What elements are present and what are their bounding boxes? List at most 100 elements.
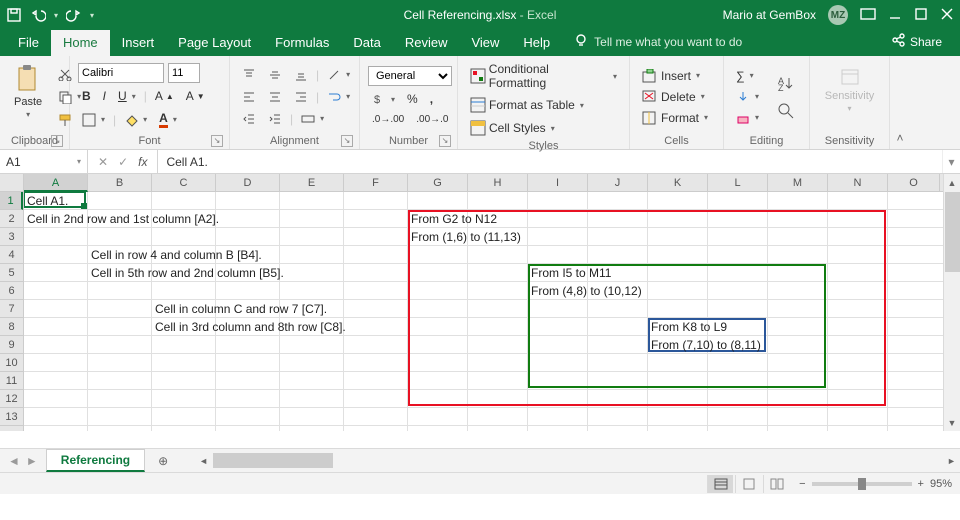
- cell-I5[interactable]: From I5 to M11: [528, 264, 614, 282]
- cell-A2[interactable]: Cell in 2nd row and 1st column [A2].: [24, 210, 222, 228]
- name-box[interactable]: A1: [0, 150, 88, 173]
- font-color-button[interactable]: A: [155, 109, 181, 130]
- border-button[interactable]: [78, 111, 109, 129]
- cell-G3[interactable]: From (1,6) to (11,13): [408, 228, 524, 246]
- tab-help[interactable]: Help: [511, 30, 562, 56]
- cell-C8[interactable]: Cell in 3rd column and 8th row [C8].: [152, 318, 349, 336]
- decrease-decimal-button[interactable]: .00→.0: [412, 112, 452, 127]
- orientation-button[interactable]: [323, 66, 354, 84]
- number-launcher[interactable]: ↘: [439, 135, 451, 147]
- conditional-formatting-button[interactable]: Conditional Formatting: [466, 60, 621, 92]
- normal-view-button[interactable]: [707, 475, 733, 493]
- vertical-scrollbar[interactable]: ▲ ▼: [943, 174, 960, 431]
- underline-button[interactable]: U: [114, 87, 140, 105]
- format-cells-button[interactable]: Format: [638, 109, 712, 127]
- cells-area[interactable]: Cell A1.Cell in 2nd row and 1st column […: [24, 192, 943, 431]
- sheet-nav-next[interactable]: ►: [26, 454, 38, 468]
- accounting-format-button[interactable]: $: [368, 90, 399, 108]
- row-header-6[interactable]: 6: [0, 282, 23, 300]
- cell-K9[interactable]: From (7,10) to (8,11): [648, 336, 764, 354]
- col-header-L[interactable]: L: [708, 174, 768, 191]
- row-header-13[interactable]: 13: [0, 408, 23, 426]
- align-middle-button[interactable]: [264, 66, 286, 84]
- align-top-button[interactable]: [238, 66, 260, 84]
- vscroll-thumb[interactable]: [945, 192, 960, 272]
- undo-icon[interactable]: [30, 7, 46, 23]
- zoom-in-button[interactable]: +: [918, 478, 924, 490]
- page-layout-view-button[interactable]: [735, 475, 761, 493]
- clipboard-launcher[interactable]: ↘: [51, 135, 63, 147]
- user-name[interactable]: Mario at GemBox: [723, 8, 816, 22]
- tab-page-layout[interactable]: Page Layout: [166, 30, 263, 56]
- fill-button[interactable]: [732, 88, 763, 106]
- horizontal-scrollbar[interactable]: ◄ ►: [195, 452, 960, 469]
- scroll-down-icon[interactable]: ▼: [944, 414, 960, 431]
- ribbon-display-icon[interactable]: [860, 8, 876, 23]
- col-header-O[interactable]: O: [888, 174, 940, 191]
- col-header-B[interactable]: B: [88, 174, 152, 191]
- font-name-input[interactable]: [78, 63, 164, 83]
- align-center-button[interactable]: [264, 88, 286, 106]
- number-format-select[interactable]: General: [368, 66, 452, 86]
- col-header-A[interactable]: A: [24, 174, 88, 192]
- col-header-H[interactable]: H: [468, 174, 528, 191]
- col-header-M[interactable]: M: [768, 174, 828, 191]
- tab-insert[interactable]: Insert: [110, 30, 167, 56]
- zoom-slider[interactable]: [812, 482, 912, 486]
- cell-K8[interactable]: From K8 to L9: [648, 318, 730, 336]
- zoom-out-button[interactable]: −: [799, 478, 805, 490]
- col-header-F[interactable]: F: [344, 174, 408, 191]
- tab-review[interactable]: Review: [393, 30, 460, 56]
- clear-button[interactable]: [732, 109, 763, 127]
- col-header-C[interactable]: C: [152, 174, 216, 191]
- scroll-right-icon[interactable]: ►: [943, 452, 960, 469]
- redo-icon[interactable]: [66, 7, 82, 23]
- comma-button[interactable]: ,: [426, 90, 437, 108]
- col-header-G[interactable]: G: [408, 174, 468, 191]
- row-header-3[interactable]: 3: [0, 228, 23, 246]
- row-header-9[interactable]: 9: [0, 336, 23, 354]
- increase-indent-button[interactable]: [264, 110, 286, 128]
- decrease-indent-button[interactable]: [238, 110, 260, 128]
- minimize-icon[interactable]: [888, 7, 902, 24]
- font-launcher[interactable]: ↘: [211, 135, 223, 147]
- cell-I6[interactable]: From (4,8) to (10,12): [528, 282, 645, 300]
- italic-button[interactable]: I: [99, 87, 110, 105]
- insert-cells-button[interactable]: Insert: [638, 67, 712, 85]
- row-header-1[interactable]: 1: [0, 192, 23, 210]
- cell-B5[interactable]: Cell in 5th row and 2nd column [B5].: [88, 264, 287, 282]
- expand-formula-bar[interactable]: ▾: [942, 150, 960, 173]
- col-header-K[interactable]: K: [648, 174, 708, 191]
- format-as-table-button[interactable]: Format as Table: [466, 95, 621, 115]
- wrap-text-button[interactable]: [323, 88, 354, 106]
- row-header-2[interactable]: 2: [0, 210, 23, 228]
- sort-filter-button[interactable]: AZ: [773, 72, 799, 94]
- cell-G2[interactable]: From G2 to N12: [408, 210, 500, 228]
- tab-view[interactable]: View: [459, 30, 511, 56]
- font-size-input[interactable]: [168, 63, 200, 83]
- qat-customize[interactable]: ▾: [90, 11, 94, 20]
- merge-button[interactable]: [297, 110, 328, 128]
- col-header-D[interactable]: D: [216, 174, 280, 191]
- decrease-font-button[interactable]: A▼: [182, 87, 209, 105]
- add-sheet-button[interactable]: ⊕: [151, 451, 175, 471]
- close-icon[interactable]: [940, 7, 954, 24]
- save-icon[interactable]: [6, 7, 22, 23]
- autosum-button[interactable]: ∑: [732, 67, 763, 85]
- fill-color-button[interactable]: [120, 111, 151, 129]
- row-header-5[interactable]: 5: [0, 264, 23, 282]
- collapse-ribbon-button[interactable]: ˄: [890, 56, 910, 149]
- row-headers[interactable]: 12345678910111213: [0, 192, 24, 431]
- sheet-tab-referencing[interactable]: Referencing: [46, 449, 145, 472]
- align-right-button[interactable]: [290, 88, 312, 106]
- row-header-12[interactable]: 12: [0, 390, 23, 408]
- column-headers[interactable]: ABCDEFGHIJKLMNO: [24, 174, 943, 192]
- cell-B4[interactable]: Cell in row 4 and column B [B4].: [88, 246, 265, 264]
- cell-C7[interactable]: Cell in column C and row 7 [C7].: [152, 300, 330, 318]
- col-header-N[interactable]: N: [828, 174, 888, 191]
- row-header-7[interactable]: 7: [0, 300, 23, 318]
- row-header-8[interactable]: 8: [0, 318, 23, 336]
- formula-input[interactable]: Cell A1.: [158, 150, 942, 173]
- increase-decimal-button[interactable]: .0→.00: [368, 112, 408, 127]
- page-break-view-button[interactable]: [763, 475, 789, 493]
